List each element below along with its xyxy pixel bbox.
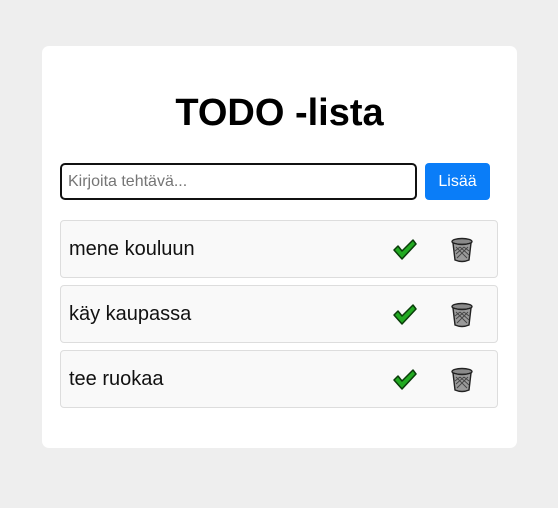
- trash-can-icon[interactable]: [450, 302, 474, 328]
- add-task-form: Lisää: [60, 163, 499, 200]
- page-title: TODO -lista: [175, 92, 384, 134]
- trash-can-icon[interactable]: [450, 237, 474, 263]
- task-list: mene kouluun käy kaupassa tee ruokaa: [60, 220, 498, 415]
- todo-card: TODO -lista Lisää mene kouluun käy kaupa…: [42, 46, 517, 448]
- list-item: tee ruokaa: [60, 350, 498, 408]
- task-text: käy kaupassa: [69, 303, 192, 325]
- check-mark-icon[interactable]: [392, 303, 418, 327]
- task-text: tee ruokaa: [69, 368, 164, 390]
- task-input[interactable]: [60, 163, 417, 200]
- task-text: mene kouluun: [69, 238, 195, 260]
- check-mark-icon[interactable]: [392, 238, 418, 262]
- list-item: käy kaupassa: [60, 285, 498, 343]
- add-button[interactable]: Lisää: [425, 163, 490, 200]
- check-mark-icon[interactable]: [392, 368, 418, 392]
- list-item: mene kouluun: [60, 220, 498, 278]
- trash-can-icon[interactable]: [450, 367, 474, 393]
